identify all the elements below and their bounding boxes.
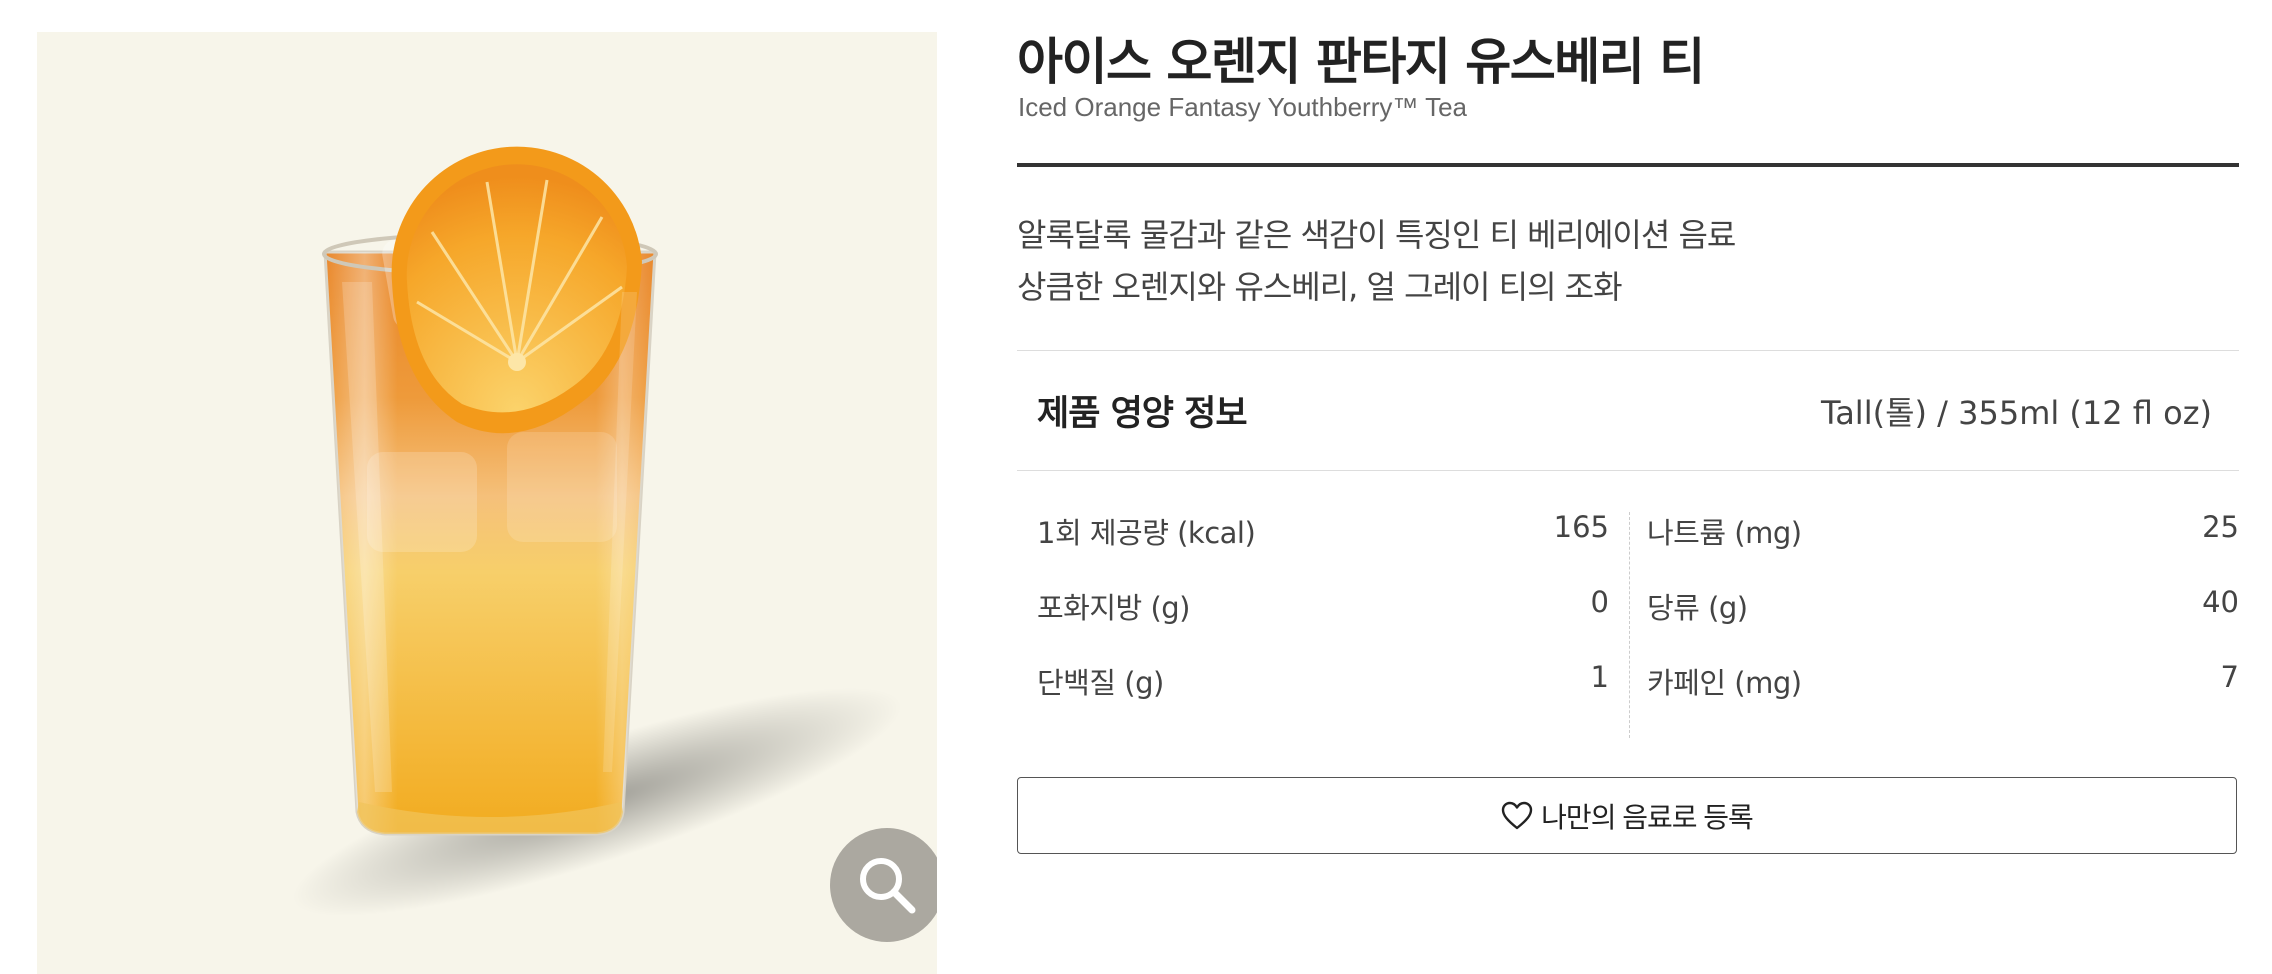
drink-illustration	[292, 146, 902, 917]
nutrition-value: 40	[2202, 585, 2239, 619]
nutrition-serving-size: Tall(톨) / 355ml (12 fl oz)	[1820, 394, 2212, 432]
product-description-line: 상큼한 오렌지와 유스베리, 얼 그레이 티의 조화	[1017, 268, 1623, 306]
nutrition-label: 단백질 (g)	[1037, 666, 1164, 700]
nutrition-label: 1회 제공량 (kcal)	[1037, 516, 1256, 550]
product-detail-page: 아이스 오렌지 판타지 유스베리 티 Iced Orange Fantasy Y…	[0, 0, 2272, 974]
nutrition-label: 당류 (g)	[1647, 591, 1748, 625]
nutrition-label: 카페인 (mg)	[1647, 666, 1802, 700]
nutrition-value: 7	[2220, 660, 2239, 694]
product-name-ko: 아이스 오렌지 판타지 유스베리 티	[1017, 33, 1705, 91]
nutrition-label: 포화지방 (g)	[1037, 591, 1190, 625]
register-favorite-label: 나만의 음료로 등록	[1541, 801, 1754, 833]
nutrition-top-divider	[1017, 350, 2239, 351]
nutrition-row: 당류 (g) 40	[1647, 585, 2239, 629]
nutrition-title: 제품 영양 정보	[1037, 394, 1248, 434]
nutrition-value: 0	[1590, 585, 1609, 619]
nutrition-value: 165	[1553, 510, 1609, 544]
nutrition-label: 나트륨 (mg)	[1647, 516, 1802, 550]
heart-outline-icon	[1501, 801, 1533, 829]
nutrition-column-divider	[1629, 512, 1630, 738]
title-divider	[1017, 163, 2239, 167]
search-icon	[860, 858, 916, 914]
nutrition-row: 1회 제공량 (kcal) 165	[1037, 510, 1629, 554]
register-favorite-button[interactable]: 나만의 음료로 등록	[1017, 777, 2237, 854]
nutrition-column-right: 나트륨 (mg) 25 당류 (g) 40 카페인 (mg) 7	[1647, 510, 2239, 740]
nutrition-row: 카페인 (mg) 7	[1647, 660, 2239, 704]
product-image	[37, 32, 937, 974]
product-name-en: Iced Orange Fantasy Youthberry™ Tea	[1018, 92, 1468, 122]
nutrition-header-divider	[1017, 470, 2239, 471]
nutrition-row: 나트륨 (mg) 25	[1647, 510, 2239, 554]
nutrition-row: 단백질 (g) 1	[1037, 660, 1629, 704]
nutrition-value: 1	[1590, 660, 1609, 694]
zoom-button[interactable]	[830, 828, 937, 942]
nutrition-row: 포화지방 (g) 0	[1037, 585, 1629, 629]
nutrition-column-left: 1회 제공량 (kcal) 165 포화지방 (g) 0 단백질 (g) 1	[1037, 510, 1629, 740]
product-description-line: 알록달록 물감과 같은 색감이 특징인 티 베리에이션 음료	[1017, 216, 1736, 254]
nutrition-value: 25	[2202, 510, 2239, 544]
